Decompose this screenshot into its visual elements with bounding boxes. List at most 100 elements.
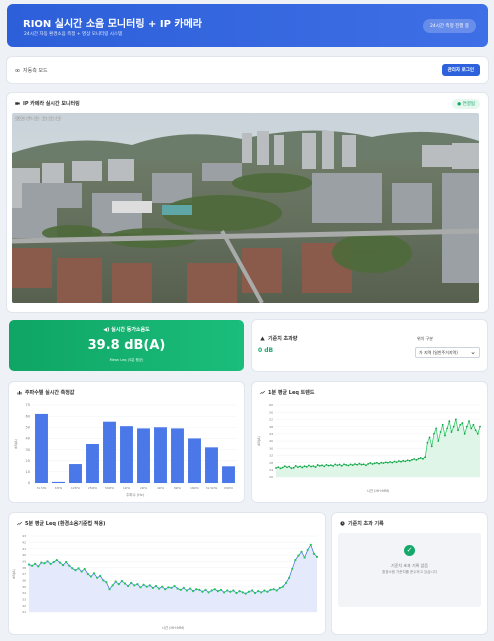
data-point xyxy=(393,460,396,463)
realtime-title: 실시간 등가소음도 xyxy=(111,327,150,333)
data-point xyxy=(201,590,204,593)
data-point xyxy=(117,583,120,586)
data-point xyxy=(164,588,167,591)
realtime-sub: Mean Leq (5분 평균) xyxy=(109,358,144,362)
data-point xyxy=(219,588,223,591)
data-point xyxy=(433,432,435,435)
data-point xyxy=(43,562,46,565)
data-point xyxy=(213,588,216,591)
y-tick-label: 44 xyxy=(269,432,273,436)
data-point xyxy=(349,463,352,466)
records-empty-line1: 기준치 초과 기록 없음 xyxy=(391,563,428,568)
data-point xyxy=(479,425,481,428)
data-point xyxy=(459,423,462,426)
y-tick-label: 32 xyxy=(22,604,26,608)
records-title-wrap: 기준치 초과 기록 xyxy=(340,520,384,527)
data-point xyxy=(406,459,409,462)
data-point xyxy=(126,584,130,588)
camera-feed[interactable]: 2025-07-25 13:21:15 xyxy=(12,113,479,303)
threshold-card: 기준치 초과량 0 dB 위치 구분 가 지역 (일반주거지역) ⌄ xyxy=(252,320,487,371)
data-point xyxy=(446,427,448,430)
data-point xyxy=(426,441,429,444)
y-axis-label: dB(A) xyxy=(12,568,16,578)
data-point xyxy=(71,567,74,570)
env-leq-card: 5분 평균 Leq (환경소음기준법 적용) 31 32 33 34 35 36 37 38 3… xyxy=(9,513,325,634)
data-point xyxy=(154,584,158,588)
data-point xyxy=(278,586,281,590)
data-point xyxy=(68,564,71,567)
app-header: RION 실시간 소음 모니터링 + IP 카메라 24시간 자동 환경소음 측… xyxy=(7,4,488,47)
env-title: 5분 평균 Leq (환경소음기준법 적용) xyxy=(25,521,106,527)
data-point xyxy=(96,576,99,579)
data-point xyxy=(389,460,391,463)
camera-title: IP 카메라 실시간 모니터링 xyxy=(23,101,80,107)
x-tick-label: 8kHz xyxy=(174,486,182,490)
data-point xyxy=(437,440,440,442)
y-tick-label: 42 xyxy=(22,541,26,545)
data-point xyxy=(356,463,359,466)
x-axis-label: 시간 (HH:MM) xyxy=(367,488,390,493)
data-point xyxy=(74,569,77,572)
bar-chart-title-wrap: 주파수별 실시간 측정값 xyxy=(17,389,74,396)
data-point xyxy=(310,465,312,468)
leq-trend-card: 1분 평균 Leq 트렌드 20 24 28 32 36 40 44 48 52 56 60 시간 (… xyxy=(252,382,487,502)
data-point xyxy=(476,432,479,435)
admin-login-button[interactable]: 관리자 로그인 xyxy=(441,64,480,76)
warning-icon xyxy=(260,336,265,341)
x-axis-label: 시간 (HH:MM) xyxy=(162,625,185,630)
data-point xyxy=(404,460,407,463)
data-point xyxy=(454,418,457,421)
data-point xyxy=(300,550,303,553)
threshold-title-wrap: 기준치 초과량 xyxy=(260,335,297,342)
data-point xyxy=(157,587,161,590)
data-point xyxy=(167,586,170,589)
env-leq-svg: 31 32 33 34 35 36 37 38 39 40 41 42 43 시간 (HH:MM) dB(A… xyxy=(12,534,319,630)
x-tick-label: 500Hz xyxy=(105,486,114,490)
chevron-down-icon: ⌄ xyxy=(470,348,476,356)
data-point xyxy=(275,589,278,592)
x-tick-label: 125Hz xyxy=(71,486,80,490)
threshold-value: 0 dB xyxy=(258,347,274,354)
data-point xyxy=(474,429,477,432)
y-tick-label: 10 xyxy=(26,470,30,474)
data-point xyxy=(378,462,380,465)
y-tick-label: 20 xyxy=(269,475,273,479)
trend-icon xyxy=(260,390,265,395)
data-point xyxy=(266,590,269,593)
y-tick-label: 43 xyxy=(22,534,26,538)
x-tick-label: 31.5kHz xyxy=(206,486,218,490)
y-tick-label: 38 xyxy=(22,566,26,570)
data-point xyxy=(338,463,341,466)
data-point xyxy=(323,465,326,468)
data-point xyxy=(422,457,424,460)
data-point xyxy=(148,584,151,587)
data-point xyxy=(315,555,319,558)
trend-icon xyxy=(17,521,22,526)
connection-status-icon: ● xyxy=(457,102,462,107)
camera-timestamp: 2025-07-25 13:21:15 xyxy=(15,116,61,121)
y-axis-label: dB(A) xyxy=(14,438,18,448)
threshold-title: 기준치 초과량 xyxy=(268,336,298,342)
camera-title-wrap: IP 카메라 실시간 모니터링 xyxy=(15,100,80,107)
data-point xyxy=(301,466,304,469)
data-point xyxy=(83,567,86,571)
data-point xyxy=(46,560,49,563)
data-point xyxy=(114,580,117,583)
data-point xyxy=(371,463,374,465)
x-tick-label: 16kHz xyxy=(190,486,199,490)
data-point xyxy=(441,423,444,426)
data-point xyxy=(176,587,179,590)
eye-icon xyxy=(15,68,20,73)
data-point xyxy=(61,564,65,567)
data-point xyxy=(244,592,247,595)
data-point xyxy=(362,463,365,466)
mode-label: 자동측 모드 xyxy=(23,68,48,74)
data-point xyxy=(277,466,280,468)
data-point xyxy=(272,588,275,591)
data-point xyxy=(367,462,370,465)
location-select[interactable]: 가 지역 (일반주거지역) ⌄ xyxy=(415,347,480,358)
data-point xyxy=(286,466,288,469)
data-point xyxy=(288,576,291,579)
y-tick-label: 31 xyxy=(22,610,26,614)
y-tick-label: 24 xyxy=(269,468,273,472)
